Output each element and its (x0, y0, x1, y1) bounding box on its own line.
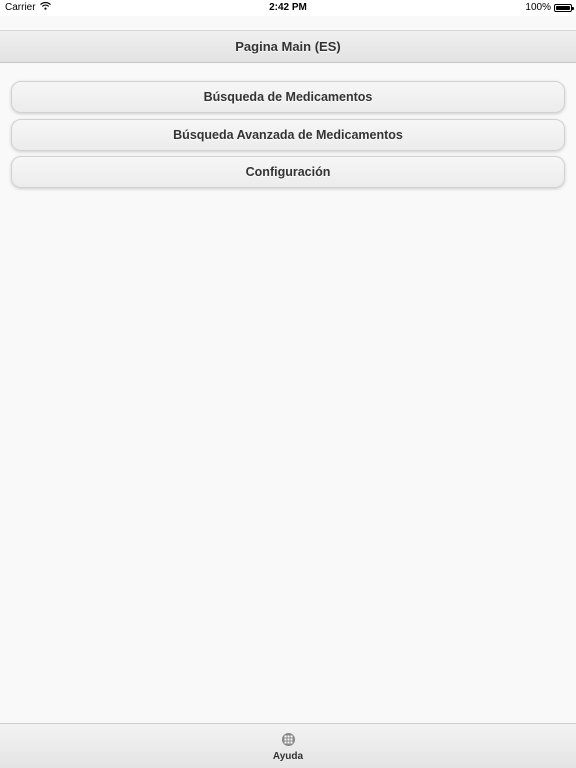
advanced-drug-search-label: Búsqueda Avanzada de Medicamentos (173, 127, 403, 142)
status-time: 2:42 PM (269, 2, 307, 13)
settings-button[interactable]: Configuración (11, 156, 565, 188)
header-bar: Pagina Main (ES) (0, 30, 576, 63)
page-title: Pagina Main (ES) (235, 39, 341, 54)
drug-search-button[interactable]: Búsqueda de Medicamentos (11, 81, 565, 113)
grid-icon (281, 732, 295, 746)
status-bar: Carrier 2:42 PM 100% (0, 0, 576, 16)
help-tab[interactable]: Ayuda (0, 724, 576, 768)
settings-label: Configuración (245, 165, 331, 179)
carrier-label: Carrier (5, 2, 36, 13)
wifi-icon (39, 1, 51, 13)
status-left: Carrier (5, 1, 51, 13)
advanced-drug-search-button[interactable]: Búsqueda Avanzada de Medicamentos (11, 118, 565, 151)
drug-search-label: Búsqueda de Medicamentos (203, 90, 373, 104)
battery-fill (556, 5, 570, 10)
footer-bar: Ayuda (0, 723, 576, 768)
app-screen: Carrier 2:42 PM 100% Pagina Main (ES) Bú… (0, 0, 576, 768)
help-tab-label: Ayuda (272, 750, 304, 762)
status-right: 100% (525, 2, 574, 13)
battery-percent: 100% (525, 2, 551, 13)
menu-list: Búsqueda de Medicamentos Búsqueda Avanza… (11, 81, 565, 194)
battery-icon (554, 3, 574, 12)
